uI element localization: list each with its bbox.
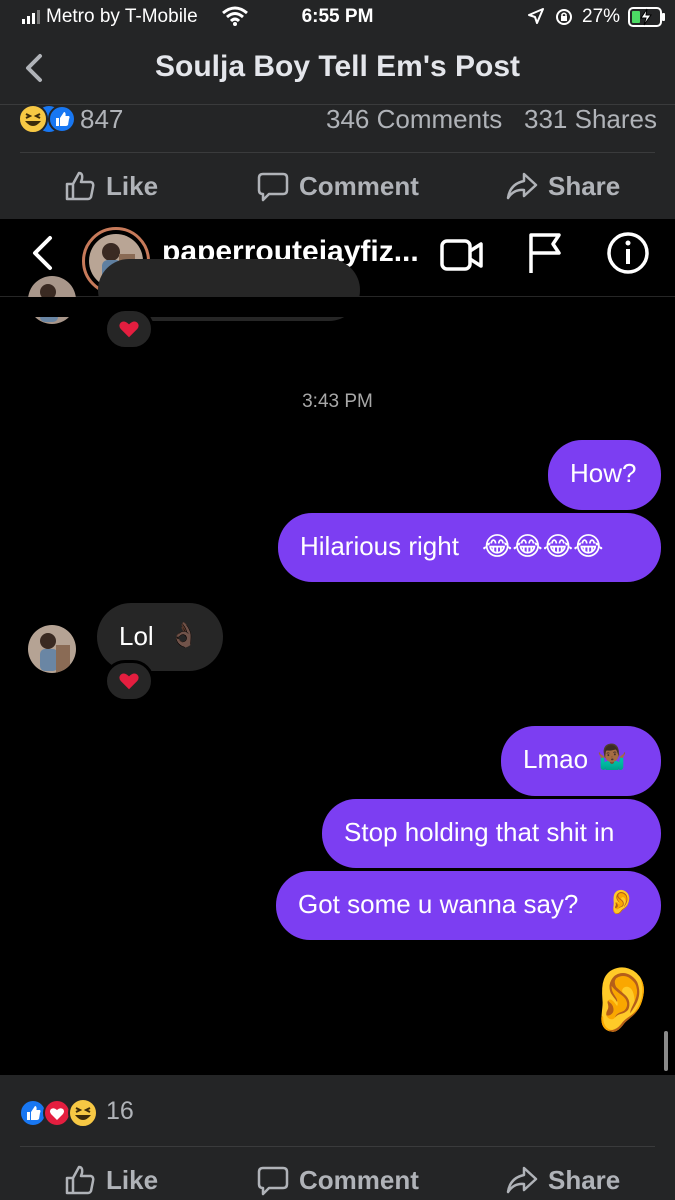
share-arrow-icon (506, 1166, 538, 1194)
comment-bubble-icon (257, 1166, 289, 1196)
comment-count[interactable]: 346 Comments (326, 104, 502, 135)
rotation-lock-icon (556, 9, 572, 25)
sender-avatar (28, 625, 76, 673)
battery-percentage: 27% (582, 6, 621, 27)
message-text: How? (570, 458, 637, 488)
reaction-icons[interactable] (18, 1098, 100, 1128)
share-label: Share (548, 170, 621, 201)
comment-label: Comment (299, 1164, 419, 1195)
thumbs-up-icon (65, 171, 95, 201)
haha-emoji-icon (68, 1098, 98, 1128)
message-text: Lmao (523, 744, 589, 774)
like-thumb-icon (48, 105, 76, 133)
like-button[interactable]: Like (64, 1164, 158, 1196)
heart-icon (119, 321, 139, 338)
like-thumb-icon (19, 1099, 47, 1127)
sent-message: How? (548, 440, 661, 510)
status-bar: Metro by T-Mobile 6:55 PM 27% (0, 0, 675, 36)
embedded-dm-screenshot[interactable]: paperroutejayfiz... 3:43 PM How? Hilario… (0, 219, 675, 1075)
stats-divider (20, 152, 655, 153)
ear-emoji: 👂 (606, 889, 636, 916)
heart-reaction (104, 308, 154, 350)
share-button[interactable]: Share (506, 1164, 620, 1196)
dm-scroll-mask (0, 297, 675, 317)
comment-label: Comment (299, 170, 419, 201)
heart-reaction (104, 660, 154, 702)
comment-button[interactable]: Comment (257, 170, 419, 202)
message-text: Hilarious right (300, 531, 459, 561)
sent-message: Hilarious right 😂😂😂😂 (278, 513, 661, 582)
video-call-icon (440, 239, 483, 271)
shrug-emoji: 🤷🏾‍♂️ (597, 744, 627, 771)
share-label: Share (548, 1164, 621, 1195)
heart-icon (119, 673, 139, 690)
info-icon (607, 232, 649, 274)
message-timestamp: 3:43 PM (302, 391, 373, 412)
share-button[interactable]: Share (506, 170, 620, 202)
thumbs-up-icon (65, 1165, 95, 1195)
comment-bubble-icon (257, 172, 289, 202)
sent-message: Lmao 🤷🏾‍♂️ (501, 726, 661, 796)
flag-icon (529, 233, 561, 273)
laughing-tears-emoji: 😂😂😂😂 (482, 531, 604, 561)
clock: 6:55 PM (301, 6, 374, 27)
ok-hand-emoji: 👌🏿 (169, 622, 199, 649)
message-text: Got some u wanna say? (298, 889, 579, 919)
comment-button[interactable]: Comment (257, 1164, 419, 1196)
love-heart-icon (43, 1099, 71, 1127)
reaction-count[interactable]: 847 (80, 104, 123, 135)
like-label: Like (106, 1164, 159, 1195)
reaction-count[interactable]: 16 (106, 1097, 134, 1126)
sent-message: Stop holding that shit in (322, 799, 661, 868)
like-button[interactable]: Like (64, 170, 158, 202)
scrollbar[interactable] (664, 1031, 668, 1071)
stats-divider (20, 1146, 655, 1147)
message-text: Lol (119, 621, 154, 651)
share-count[interactable]: 331 Shares (524, 104, 657, 135)
location-arrow-icon (528, 8, 544, 24)
large-ear-emoji: 👂 (582, 963, 662, 1035)
dm-back-icon (33, 236, 52, 270)
page-title: Soulja Boy Tell Em's Post (155, 50, 520, 83)
message-text: Stop holding that shit in (344, 817, 615, 847)
sent-message: Got some u wanna say? 👂 (276, 871, 661, 940)
reaction-icons[interactable] (18, 104, 78, 134)
share-arrow-icon (506, 172, 538, 200)
battery-charging-icon (628, 7, 665, 27)
like-label: Like (106, 170, 159, 201)
